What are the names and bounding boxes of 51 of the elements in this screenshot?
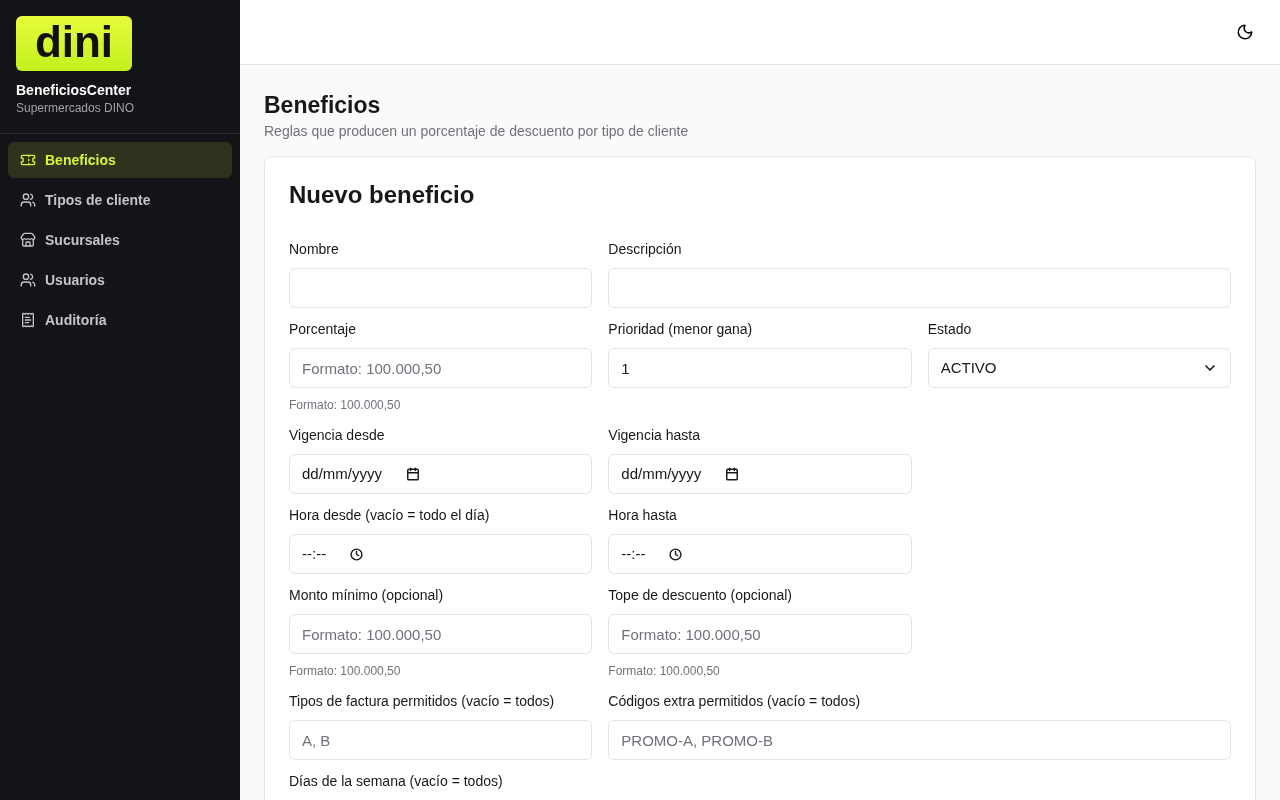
field-label: Tope de descuento (opcional) <box>608 586 793 605</box>
field-label: Hora desde (vacío = todo el día) <box>289 506 491 525</box>
field-label: Días de la semana (vacío = todos) <box>289 772 504 791</box>
text-field[interactable]: A, B <box>289 720 593 760</box>
field-label: Códigos extra permitidos (vacío = todos) <box>608 692 862 711</box>
field-label: Monto mínimo (opcional) <box>289 586 445 605</box>
users-icon <box>20 272 36 288</box>
field-label: Prioridad (menor gana) <box>608 320 754 339</box>
text-field[interactable]: Formato: 100.000,50 <box>289 614 593 654</box>
page-title: Beneficios <box>264 91 382 119</box>
status-select[interactable]: ACTIVO <box>927 348 1231 388</box>
company-name: Supermercados DINO <box>16 100 136 116</box>
time-field[interactable]: --:-- <box>608 534 912 574</box>
receipt-icon <box>20 312 36 328</box>
calendar-icon <box>406 467 420 481</box>
field-label: Estado <box>927 320 973 339</box>
nav-item[interactable]: Auditoría <box>8 302 232 338</box>
nav-item[interactable]: Sucursales <box>8 222 232 258</box>
field-label: Tipos de factura permitidos (vacío = todos) <box>289 692 556 711</box>
page-subtitle: Reglas que producen un porcentaje de descuento por tipo de cliente <box>264 122 690 141</box>
time-field[interactable]: --:-- <box>289 534 593 574</box>
dark-mode-icon[interactable] <box>1236 23 1254 41</box>
text-field[interactable] <box>608 268 1231 308</box>
field-label: Vigencia hasta <box>608 426 701 445</box>
help-text: Formato: 100.000,50 <box>289 397 402 414</box>
field-label: Porcentaje <box>289 320 357 339</box>
calendar-icon <box>725 467 740 481</box>
help-text: Formato: 100.000,50 <box>289 663 402 680</box>
text-field[interactable]: 1 <box>608 348 912 388</box>
store-icon <box>20 232 36 248</box>
clock-icon <box>350 547 364 561</box>
users-icon <box>20 192 36 208</box>
nav-item[interactable]: Usuarios <box>8 262 232 298</box>
text-field[interactable]: Formato: 100.000,50 <box>289 348 593 388</box>
date-field[interactable]: dd/mm/yyyy <box>608 454 912 494</box>
text-field[interactable]: PROMO-A, PROMO-B <box>608 720 1231 760</box>
field-label: Descripción <box>608 240 683 259</box>
field-label: Nombre <box>289 240 340 259</box>
app-name: BeneficiosCenter <box>16 81 133 100</box>
clock-icon <box>669 547 683 561</box>
text-field[interactable] <box>289 268 593 308</box>
nav-item[interactable]: Tipos de cliente <box>8 182 232 218</box>
date-field[interactable]: dd/mm/yyyy <box>289 454 593 494</box>
help-text: Formato: 100.000,50 <box>608 663 721 680</box>
nav-item[interactable]: Beneficios <box>8 142 232 178</box>
ticket-icon <box>20 152 36 168</box>
form-title: Nuevo beneficio <box>289 180 476 210</box>
logo: dini <box>16 16 132 71</box>
text-field[interactable]: Formato: 100.000,50 <box>608 614 912 654</box>
field-label: Hora hasta <box>608 506 678 525</box>
field-label: Vigencia desde <box>289 426 386 445</box>
